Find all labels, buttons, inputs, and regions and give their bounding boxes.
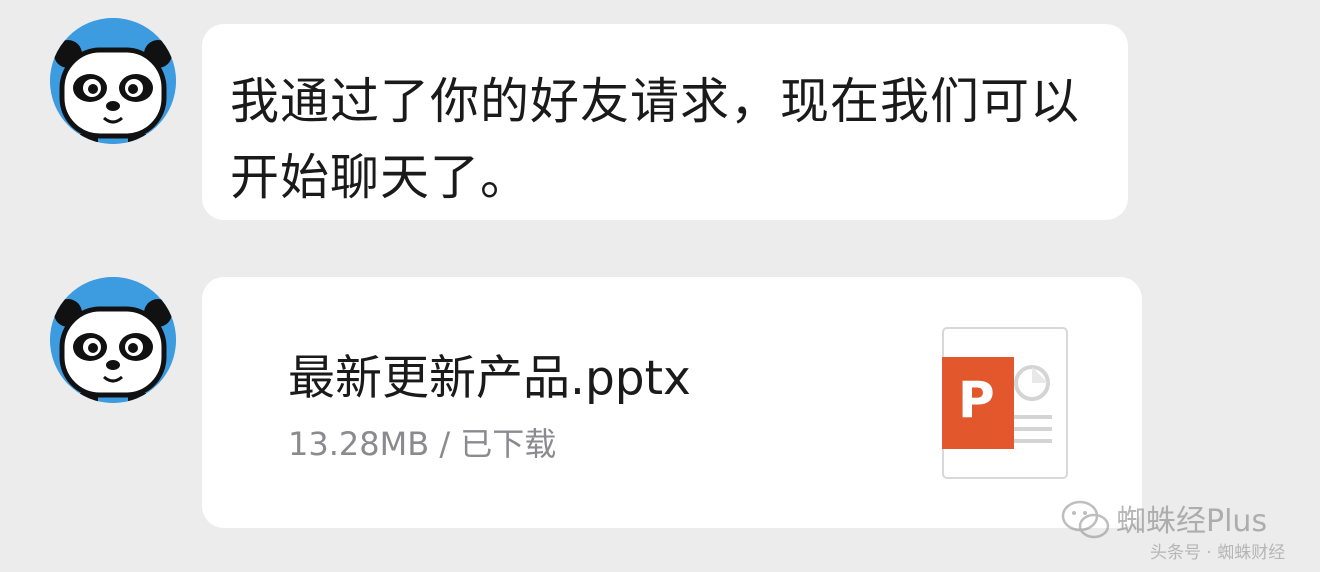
sender-avatar[interactable]: [50, 18, 176, 144]
watermark-subtitle: 头条号 · 蜘蛛财经: [1150, 543, 1286, 563]
wechat-icon: [1061, 500, 1110, 539]
message-bubble-text[interactable]: 我通过了你的好友请求，现在我们可以开始聊天了。: [202, 24, 1128, 220]
powerpoint-letter: P: [958, 371, 995, 429]
powerpoint-icon: P: [942, 327, 1068, 479]
file-meta: 13.28MB / 已下载: [288, 425, 557, 463]
watermark: 蜘蛛经Plus 头条号 · 蜘蛛财经: [1060, 492, 1310, 564]
sender-avatar[interactable]: [50, 277, 176, 403]
panda-avatar-icon: [50, 277, 176, 403]
watermark-title: 蜘蛛经Plus: [1116, 504, 1268, 539]
message-text: 我通过了你的好友请求，现在我们可以开始聊天了。: [230, 73, 1081, 206]
file-message-card[interactable]: 最新更新产品.pptx 13.28MB / 已下载 P: [202, 277, 1142, 528]
panda-avatar-icon: [50, 18, 176, 144]
file-name: 最新更新产品.pptx: [288, 351, 691, 406]
